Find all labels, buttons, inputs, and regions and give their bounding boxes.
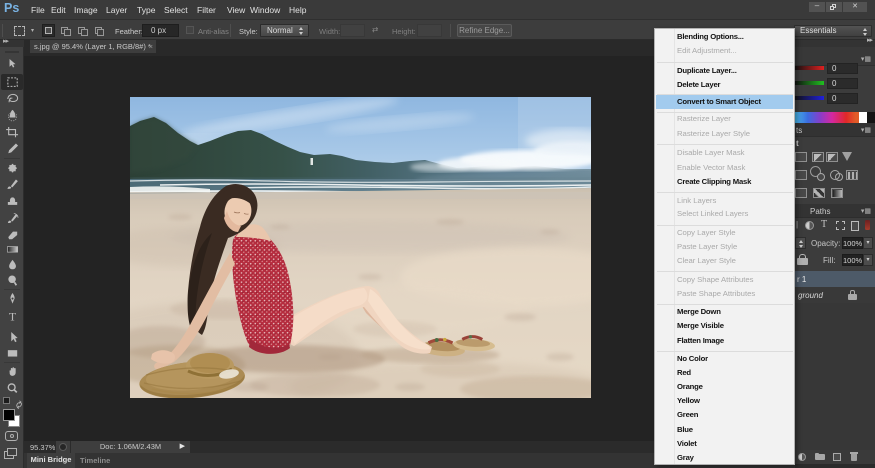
svg-text:T: T <box>9 309 17 323</box>
